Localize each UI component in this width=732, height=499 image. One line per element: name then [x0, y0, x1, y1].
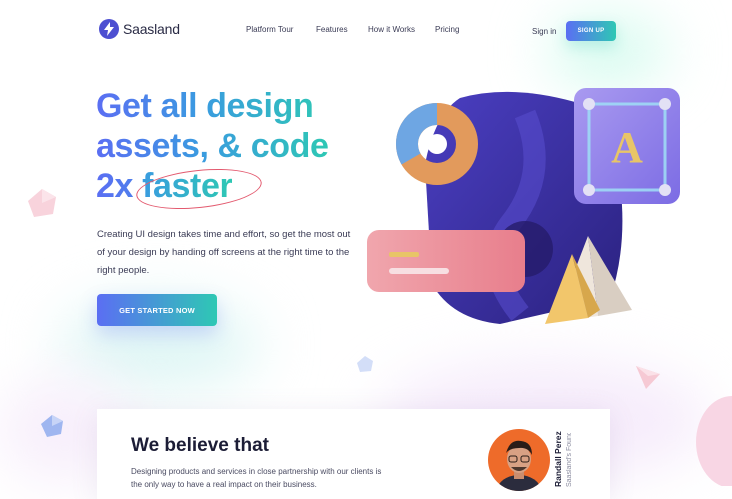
brand-name: Saasland — [123, 21, 180, 37]
get-started-button[interactable]: GET STARTED NOW — [97, 294, 217, 326]
gem-decoration — [28, 189, 56, 217]
nav-item-platform-tour[interactable]: Platform Tour — [246, 25, 316, 34]
hero-illustration: A — [367, 88, 680, 324]
hero-highlight: faster — [134, 163, 264, 215]
gem-decoration — [41, 415, 63, 437]
founder-name: Randall Perez — [553, 431, 563, 487]
main-nav: Platform Tour Features How it Works Pric… — [246, 25, 475, 34]
belief-text: Designing products and services in close… — [131, 467, 382, 489]
sign-up-button[interactable]: SIGN UP — [566, 21, 616, 41]
letter-tile: A — [574, 88, 680, 204]
nav-item-how-it-works[interactable]: How it Works — [368, 25, 435, 34]
sign-in-link[interactable]: Sign in — [532, 27, 556, 36]
gem-decoration — [636, 366, 660, 389]
donut-shape — [396, 103, 478, 185]
hero-line-1: Get all design — [96, 86, 329, 126]
hero-subtext: Creating UI design takes time and effort… — [97, 229, 351, 276]
gem-decoration — [696, 396, 732, 486]
gem-decoration — [357, 356, 373, 372]
founder-role: Saasland's Founder — [566, 433, 573, 487]
founder-avatar — [488, 429, 550, 491]
brand-logo[interactable]: Saasland — [99, 19, 180, 39]
hero-heading: Get all design assets, & code 2x faster — [96, 86, 329, 215]
tile-letter: A — [611, 123, 643, 172]
belief-title: We believe that — [131, 435, 269, 456]
hero-line-3-prefix: 2x — [96, 167, 143, 205]
bolt-icon — [99, 19, 119, 39]
hero-line-2: assets, & code — [96, 127, 329, 165]
nav-item-pricing[interactable]: Pricing — [435, 25, 475, 34]
pink-card-shape — [367, 230, 525, 292]
nav-item-features[interactable]: Features — [316, 25, 368, 34]
hero-line-3: 2x faster — [96, 163, 329, 215]
